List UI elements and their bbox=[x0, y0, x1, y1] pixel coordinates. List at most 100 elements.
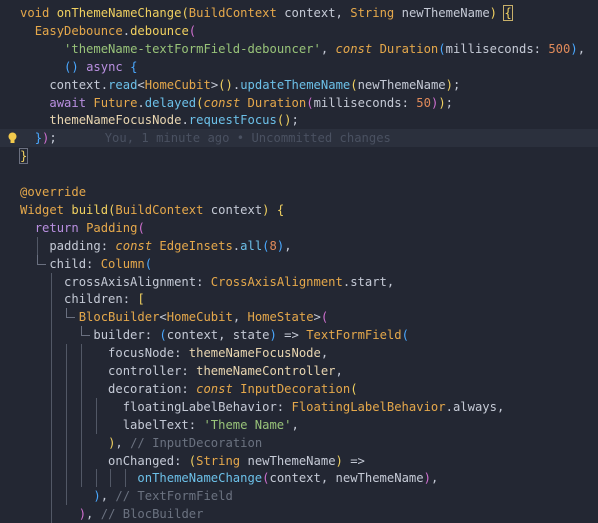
code-token: () bbox=[218, 77, 233, 92]
code-token: async bbox=[86, 59, 123, 74]
code-line[interactable]: themeNameFocusNode.requestFocus(); bbox=[0, 111, 598, 129]
code-text: child: Column( bbox=[20, 255, 152, 273]
code-line[interactable]: () async { bbox=[0, 58, 598, 76]
code-token: const bbox=[335, 41, 373, 56]
code-token: updateThemeName bbox=[240, 77, 351, 92]
code-line[interactable]: padding: const EdgeInsets.all(8), bbox=[0, 236, 598, 255]
code-line[interactable]: ), // TextFormField bbox=[0, 487, 598, 506]
code-text: ), // BlocBuilder bbox=[20, 505, 204, 523]
code-token: context. bbox=[20, 77, 109, 92]
code-token: CrossAxisAlignment bbox=[210, 274, 343, 289]
code-line[interactable]: onThemeNameChange(context, newThemeName)… bbox=[0, 469, 598, 488]
code-token: } bbox=[18, 148, 29, 165]
code-line[interactable]: } bbox=[0, 147, 598, 165]
code-token: ) bbox=[445, 77, 453, 92]
code-token: () bbox=[64, 59, 79, 74]
code-token: themeNameController bbox=[196, 364, 336, 378]
code-token: . bbox=[137, 95, 145, 110]
code-token: Column bbox=[100, 256, 145, 271]
code-line[interactable]: }); You, 1 minute ago • Uncommitted chang… bbox=[0, 129, 598, 148]
code-token: < bbox=[159, 310, 167, 325]
code-line[interactable]: child: Column( bbox=[0, 254, 598, 273]
code-token: EasyDebounce bbox=[34, 23, 123, 38]
code-line[interactable]: ), // BlocBuilder bbox=[0, 505, 598, 523]
code-editor[interactable]: void onThemeNameChange(BuildContext cont… bbox=[0, 0, 598, 523]
code-line[interactable]: EasyDebounce.debounce( bbox=[0, 22, 598, 40]
lightbulb-icon[interactable] bbox=[7, 132, 18, 144]
code-line[interactable]: crossAxisAlignment: CrossAxisAlignment.s… bbox=[0, 272, 598, 291]
code-token: ) bbox=[423, 471, 431, 486]
code-token: ( bbox=[159, 328, 167, 343]
code-token: Padding bbox=[86, 220, 138, 235]
code-token: ) bbox=[269, 328, 277, 343]
code-token: crossAxisAlignment: bbox=[20, 274, 211, 289]
code-line[interactable]: floatingLabelBehavior: FloatingLabelBeha… bbox=[0, 397, 598, 416]
code-token: Duration bbox=[247, 95, 307, 110]
code-token: milliseconds: bbox=[445, 41, 549, 56]
git-blame-annotation: You, 1 minute ago • Uncommitted changes bbox=[104, 131, 391, 146]
code-token: , bbox=[430, 471, 439, 486]
code-token: Future bbox=[93, 95, 138, 110]
code-token: () bbox=[276, 113, 292, 128]
code-token: build bbox=[71, 202, 109, 217]
code-line[interactable]: return Padding( bbox=[0, 219, 598, 237]
code-line[interactable] bbox=[0, 165, 598, 183]
code-token: ( bbox=[137, 220, 145, 235]
code-token: Widget bbox=[20, 202, 65, 217]
code-token: padding: bbox=[20, 238, 116, 253]
code-text: children: [ bbox=[20, 290, 145, 308]
code-token: onChanged: bbox=[20, 453, 189, 468]
code-token: , bbox=[232, 310, 248, 325]
code-token: EdgeInsets bbox=[159, 238, 233, 253]
code-line[interactable]: focusNode: themeNameFocusNode, bbox=[0, 344, 598, 363]
code-line[interactable]: await Future.delayed(const Duration(mill… bbox=[0, 94, 598, 112]
code-token: , bbox=[320, 41, 336, 56]
code-token: BuildContext bbox=[115, 202, 204, 217]
code-token: ( bbox=[188, 453, 197, 468]
code-token: { bbox=[503, 5, 513, 21]
code-text: @override bbox=[20, 183, 86, 201]
code-token: String bbox=[196, 453, 241, 468]
code-token: BuildContext bbox=[188, 6, 277, 20]
code-line[interactable]: labelText: 'Theme Name', bbox=[0, 415, 598, 434]
code-line[interactable]: onChanged: (String newThemeName) => bbox=[0, 451, 598, 470]
code-line[interactable]: decoration: const InputDecoration( bbox=[0, 379, 598, 398]
code-line[interactable]: controller: themeNameController, bbox=[0, 362, 598, 380]
code-token: const bbox=[115, 238, 153, 253]
code-line[interactable]: void onThemeNameChange(BuildContext cont… bbox=[0, 4, 598, 22]
code-token: ( bbox=[262, 238, 270, 253]
code-token: BlocBuilder bbox=[78, 310, 160, 325]
code-token: , bbox=[291, 417, 299, 432]
code-token: always, bbox=[452, 399, 505, 414]
code-token: context, state bbox=[166, 328, 270, 343]
code-text: EasyDebounce.debounce( bbox=[20, 22, 196, 40]
code-text: ), // TextFormField bbox=[20, 487, 232, 505]
code-token: controller: bbox=[20, 364, 197, 378]
code-line[interactable]: @override bbox=[0, 183, 598, 201]
code-text: ), // InputDecoration bbox=[20, 434, 262, 452]
code-token: newThemeName bbox=[240, 453, 336, 468]
code-line[interactable]: context.read<HomeCubit>().updateThemeNam… bbox=[0, 76, 598, 94]
code-line[interactable]: BlocBuilder<HomeCubit, HomeState>( bbox=[0, 308, 598, 327]
code-token: context bbox=[203, 202, 263, 217]
code-line[interactable]: 'themeName-textFormField-debouncer', con… bbox=[0, 40, 598, 58]
code-token: debounce bbox=[130, 23, 189, 38]
code-token: context, newThemeName bbox=[269, 471, 424, 486]
code-line[interactable]: builder: (context, state) => TextFormFie… bbox=[0, 326, 598, 345]
code-token: newThemeName bbox=[394, 6, 490, 20]
code-token: ) bbox=[489, 6, 497, 20]
code-token: ( bbox=[181, 6, 189, 20]
code-line[interactable]: Widget build(BuildContext context) { bbox=[0, 201, 598, 219]
code-line[interactable]: children: [ bbox=[0, 290, 598, 309]
code-line[interactable]: ), // InputDecoration bbox=[0, 433, 598, 452]
code-token: ( bbox=[350, 381, 358, 396]
